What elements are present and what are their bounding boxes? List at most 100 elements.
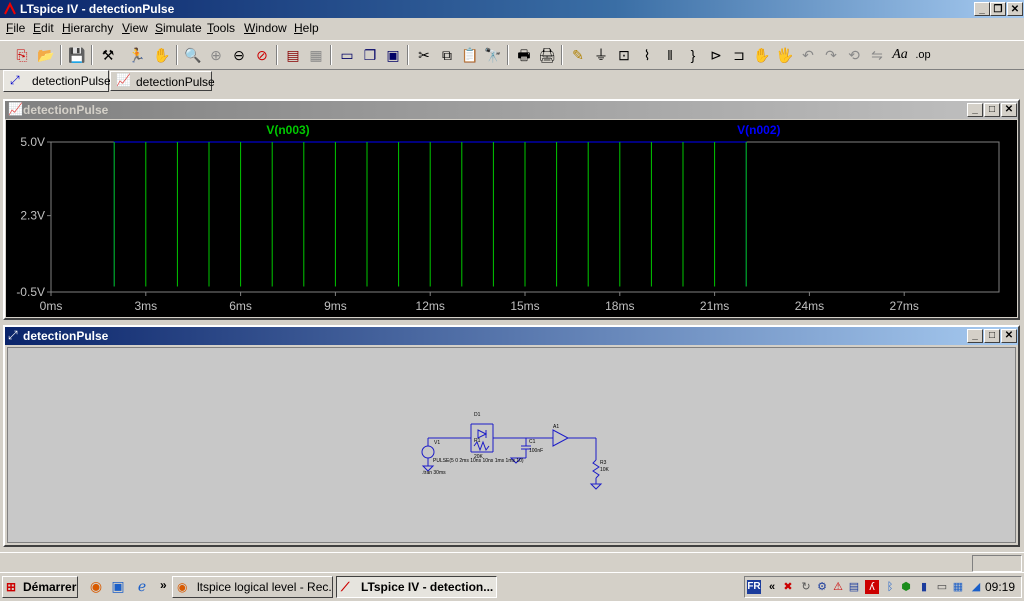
schematic-window-titlebar: ⤢ detectionPulse _ □ ✕ (5, 327, 1018, 345)
toolbar-separator (60, 45, 62, 65)
bluetooth-icon[interactable]: ᛒ (883, 580, 897, 594)
undo-icon[interactable]: ↶ (798, 45, 818, 65)
monitor-icon[interactable]: ▭ (935, 580, 949, 594)
schematic-canvas[interactable]: V1 PULSE(5 0 2ms 10ns 10ns 1ms 1ms 10) .… (7, 347, 1016, 543)
waveform-plot[interactable]: 5.0V 2.3V -0.5V0ms 3ms 6ms 9ms 12ms 15ms 18ms 21m… (6, 120, 1017, 317)
open-folder-icon[interactable]: 📂 (36, 45, 56, 65)
drag-icon[interactable]: 🖐 (775, 45, 795, 65)
menu-simulate[interactable]: Simulate (155, 21, 202, 35)
x-tick-label: 15ms (510, 299, 539, 313)
menu-help[interactable]: Help (294, 21, 319, 35)
copy-icon[interactable]: ⧉ (437, 45, 457, 65)
control-panel-icon[interactable]: ⚒ (98, 45, 118, 65)
menu-hierarchy[interactable]: Hierarchy (62, 21, 113, 35)
schematic-window: ⤢ detectionPulse _ □ ✕ V1 PULSE(5 0 2ms … (3, 325, 1020, 547)
capacitor-icon[interactable]: ‖ (660, 45, 680, 65)
component-icon[interactable]: ⊐ (729, 45, 749, 65)
desktop-quicklaunch-icon[interactable]: ▣ (108, 576, 128, 596)
tab-waveform[interactable]: 📈 detectionPulse (110, 71, 215, 91)
legend-v-n003: V(n003) (266, 123, 309, 137)
halt-icon[interactable]: ✋ (152, 45, 172, 65)
child-minimize-button[interactable]: _ (967, 329, 983, 343)
mirror-icon[interactable]: ⇋ (867, 45, 887, 65)
child-minimize-button[interactable]: _ (967, 103, 983, 117)
new-schematic-icon[interactable]: ⎘ (12, 45, 32, 65)
quicklaunch-chevron-icon[interactable]: » (160, 578, 167, 592)
start-button[interactable]: ⊞ Démarrer (2, 576, 78, 598)
menu-file[interactable]: File (6, 21, 25, 35)
label-net-icon[interactable]: ⊡ (614, 45, 634, 65)
minimize-button[interactable]: _ (974, 2, 990, 16)
print-icon[interactable]: 🖨 (537, 45, 557, 65)
tran-directive: .tran 30ms (422, 470, 446, 476)
sync-icon[interactable]: ↻ (799, 580, 813, 594)
x-tick-label: 24ms (795, 299, 824, 313)
x-tick-label: 12ms (416, 299, 445, 313)
run-icon[interactable]: 🏃 (127, 45, 147, 65)
find-icon[interactable]: 🔭 (483, 45, 503, 65)
autorange-icon[interactable]: ▤ (283, 45, 303, 65)
spice-directive-icon[interactable]: .op (913, 45, 933, 65)
tray-expand-icon[interactable]: « (765, 580, 779, 594)
cut-icon[interactable]: ✂ (414, 45, 434, 65)
tab-schematic[interactable]: ⤢ detectionPulse (3, 70, 111, 92)
x-tick-label: 3ms (134, 299, 157, 313)
network-icon[interactable]: ⚙ (815, 580, 829, 594)
firefox-quicklaunch-icon[interactable]: ◉ (86, 576, 106, 596)
antivirus-icon[interactable]: ✖ (781, 580, 795, 594)
child-close-button[interactable]: ✕ (1001, 329, 1017, 343)
menu-tools[interactable]: Tools (207, 21, 235, 35)
paste-icon[interactable]: 📋 (460, 45, 480, 65)
wire-icon[interactable]: ✎ (568, 45, 588, 65)
start-label: Démarrer (23, 580, 77, 594)
zoom-fit-icon[interactable]: ⊘ (252, 45, 272, 65)
security-icon[interactable]: ⬢ (899, 580, 913, 594)
menu-window[interactable]: Window (244, 21, 287, 35)
inductor-icon[interactable]: } (683, 45, 703, 65)
rotate-icon[interactable]: ⟲ (844, 45, 864, 65)
device-icon[interactable]: ▤ (847, 580, 861, 594)
x-tick-label: 9ms (324, 299, 347, 313)
move-icon[interactable]: ✋ (752, 45, 772, 65)
tile-vertical-icon[interactable]: ▣ (383, 45, 403, 65)
child-maximize-button[interactable]: □ (984, 329, 1000, 343)
adobe-icon[interactable]: ʎ (865, 580, 879, 594)
child-maximize-button[interactable]: □ (984, 103, 1000, 117)
battery-icon[interactable]: ▮ (917, 580, 931, 594)
zoom-out-icon[interactable]: ⊖ (229, 45, 249, 65)
zoom-in-icon[interactable]: 🔍 (183, 45, 203, 65)
resistor-icon[interactable]: ⌇ (637, 45, 657, 65)
task-firefox[interactable]: ◉ ltspice logical level - Rec... (172, 576, 333, 598)
close-button[interactable]: ✕ (1007, 2, 1023, 16)
ground-icon[interactable]: ⏚ (591, 45, 611, 65)
child-close-button[interactable]: ✕ (1001, 103, 1017, 117)
language-indicator[interactable]: FR (747, 580, 761, 594)
tile-horizontal-icon[interactable]: ▭ (337, 45, 357, 65)
print-preview-icon[interactable]: 🖶 (514, 45, 534, 65)
comparator-a1[interactable] (552, 429, 570, 447)
firefox-icon: ◉ (177, 580, 188, 594)
toolbar-separator (276, 45, 278, 65)
wifi-icon[interactable]: ▦ (951, 580, 965, 594)
diode-d1[interactable] (477, 429, 488, 439)
task-ltspice[interactable]: ⟋ LTspice IV - detection... (336, 576, 497, 598)
network-error-icon[interactable]: ⚠ (831, 580, 845, 594)
menu-edit[interactable]: Edit (33, 21, 54, 35)
resistor-r3[interactable] (592, 459, 600, 479)
cascade-icon[interactable]: ❐ (360, 45, 380, 65)
restore-button[interactable]: ❐ (990, 2, 1006, 16)
text-icon[interactable]: Aa (890, 45, 910, 65)
a1-label: A1 (553, 424, 559, 430)
menu-view[interactable]: View (122, 21, 148, 35)
save-icon[interactable]: 💾 (67, 45, 87, 65)
y-tick-label: 5.0V (20, 135, 45, 149)
grid-icon[interactable]: ▦ (306, 45, 326, 65)
pan-icon[interactable]: ⊕ (206, 45, 226, 65)
ie-quicklaunch-icon[interactable]: ℯ (132, 576, 152, 596)
redo-icon[interactable]: ↷ (821, 45, 841, 65)
diode-icon[interactable]: ⊳ (706, 45, 726, 65)
volume-icon[interactable]: ◢ (969, 580, 983, 594)
voltage-source-v1[interactable] (421, 445, 435, 459)
x-tick-label: 21ms (700, 299, 729, 313)
toolbar-separator (330, 45, 332, 65)
